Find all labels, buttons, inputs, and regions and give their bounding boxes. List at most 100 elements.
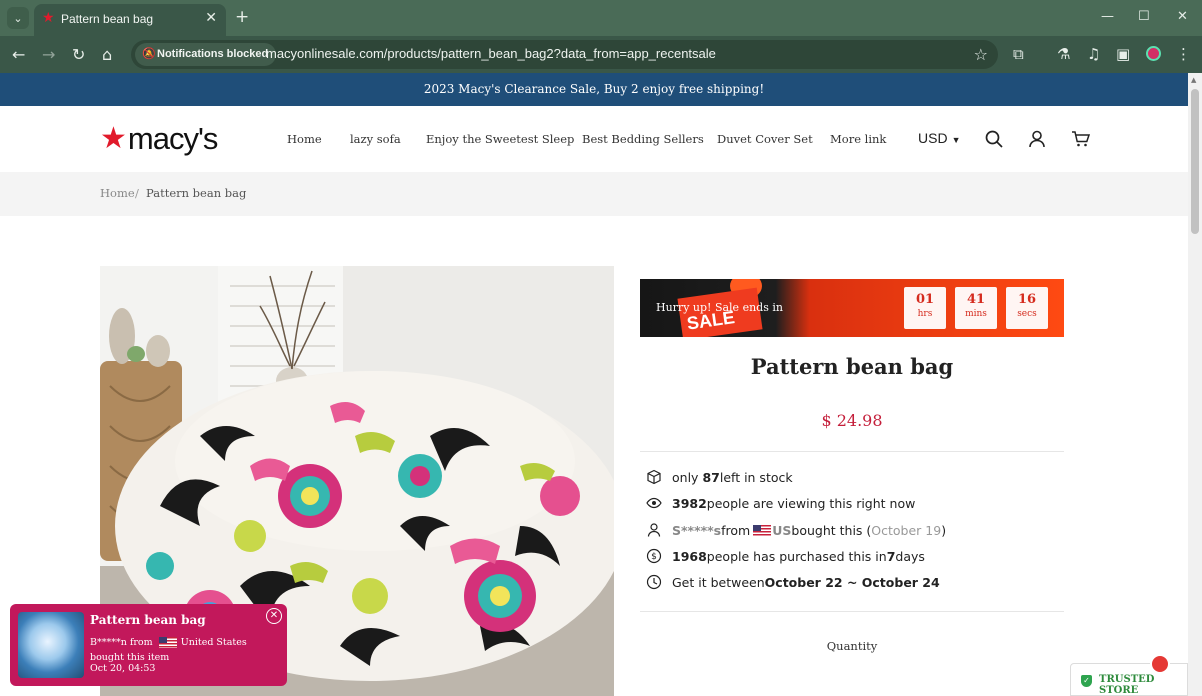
buyer-date: October 19 [871,522,942,538]
tab-close-icon[interactable]: ✕ [205,10,217,26]
buyer-name: S*****s [672,522,722,538]
currency-label: USD [918,130,948,146]
viewers-info: 3982 people are viewing this right now [646,494,915,512]
macys-logo[interactable]: ★ macy's [100,121,218,156]
nav-sweetest-sleep[interactable]: Enjoy the Sweetest Sleep [426,132,574,146]
stock-post: left in stock [719,469,793,485]
popup-title[interactable]: Pattern bean bag [90,613,206,627]
buyer-from: from [721,522,751,538]
popup-close-icon[interactable]: ✕ [266,608,282,624]
svg-text:$: $ [651,552,657,562]
nav-more-link[interactable]: More link [830,132,886,146]
purchased-count: 1968 [672,548,707,564]
bookmark-star-icon[interactable]: ☆ [974,45,988,64]
url-text[interactable]: macyonlinesale.com/products/pattern_bean… [266,46,716,61]
scroll-up-icon[interactable]: ▲ [1191,76,1196,84]
browser-menu-icon[interactable]: ⋮ [1176,45,1191,63]
eye-icon [646,497,662,509]
breadcrumb-home[interactable]: Home [100,186,135,200]
browser-tabbar: ⌄ ★ Pattern bean bag ✕ + — ☐ ✕ [0,0,1202,36]
nav-bedding-sellers[interactable]: Best Bedding Sellers [582,132,704,146]
logo-star-icon: ★ [100,121,127,156]
logo-text: macy's [127,121,218,156]
stock-info: only 87 left in stock [646,468,793,486]
nav-home[interactable]: Home [287,132,322,146]
trusted-store-badge[interactable]: ✓ TRUSTED STORE [1070,654,1188,696]
buyer-post: bought this ( [791,522,872,538]
breadcrumb-current: Pattern bean bag [146,186,247,200]
us-flag-icon [158,637,177,648]
extension-icon[interactable]: ⧉ [1013,45,1024,63]
buyer-close: ) [941,522,947,538]
breadcrumb: Home / Pattern bean bag [0,172,1188,216]
scrollbar-thumb[interactable] [1191,89,1199,234]
nav-duvet-cover[interactable]: Duvet Cover Set [717,132,813,146]
cart-icon[interactable] [1071,129,1091,149]
address-bar[interactable]: 🔕 Notifications blocked macyonlinesale.c… [131,40,998,69]
popup-time: Oct 20, 04:53 [90,663,156,674]
hurry-text: Hurry up! Sale ends in [656,301,783,314]
new-tab-icon[interactable]: + [235,7,249,27]
hours-label: hrs [917,309,933,319]
delivery-range: October 22 ~ October 24 [764,574,940,590]
shield-check-icon: ✓ [1081,675,1092,687]
tab-search-icon[interactable]: ⌄ [7,7,29,29]
recent-sale-popup[interactable]: Pattern bean bag B*****n from United Sta… [10,604,287,686]
divider [640,451,1064,452]
secs-value: 16 [1017,292,1037,307]
home-icon[interactable]: ⌂ [102,45,112,64]
trust-seal-icon [1150,654,1170,674]
notifications-chip-label: Notifications blocked [157,48,269,60]
divider [640,611,1064,612]
stock-count: 87 [702,469,720,485]
user-icon [647,523,661,537]
account-icon[interactable] [1027,129,1047,149]
breadcrumb-separator: / [135,186,139,200]
quantity-label: Quantity [826,639,878,653]
media-control-icon[interactable]: ♫ [1087,45,1100,63]
product-price: $ 24.98 [821,411,883,430]
site-header: ★ macy's Home lazy sofa Enjoy the Sweete… [0,106,1188,172]
secs-label: secs [1017,309,1037,319]
back-icon[interactable]: ← [12,45,25,64]
dollar-circle-icon: $ [646,548,662,564]
popup-product-thumbnail[interactable] [18,612,84,678]
countdown-secs: 16 secs [1006,287,1048,329]
notifications-blocked-chip[interactable]: 🔕 Notifications blocked [135,43,277,66]
mins-label: mins [965,309,987,319]
countdown-hours: 01 hrs [904,287,946,329]
web-page: 2023 Macy's Clearance Sale, Buy 2 enjoy … [0,73,1188,696]
product-title: Pattern bean bag [750,354,954,379]
side-panel-icon[interactable]: ▣ [1116,45,1130,63]
forward-icon[interactable]: → [42,45,55,64]
page-scrollbar[interactable]: ▲ [1188,73,1202,696]
viewers-post: people are viewing this right now [706,495,916,511]
minimize-icon[interactable]: — [1101,9,1114,24]
delivery-pre: Get it between [672,574,765,590]
purchased-mid: people has purchased this in [706,548,887,564]
trusted-store-label: TRUSTED STORE [1099,674,1155,696]
bell-off-icon: 🔕 [142,48,156,60]
labs-flask-icon[interactable]: ⚗ [1057,45,1070,63]
purchased-post: days [895,548,925,564]
popup-text: B*****n from United States bought this i… [90,635,280,665]
countdown-mins: 41 mins [955,287,997,329]
search-icon[interactable] [984,129,1004,149]
buyer-country: US [772,522,792,538]
popup-buyer: B*****n from [90,637,153,648]
nav-lazy-sofa[interactable]: lazy sofa [350,132,401,146]
profile-avatar-icon[interactable] [1146,46,1161,61]
tab-title: Pattern bean bag [61,12,154,26]
window-close-icon[interactable]: ✕ [1177,9,1188,24]
sale-countdown-banner: SALE Hurry up! Sale ends in 01 hrs 41 mi… [640,279,1064,337]
announcement-bar: 2023 Macy's Clearance Sale, Buy 2 enjoy … [0,73,1188,106]
hours-value: 01 [915,292,935,307]
reload-icon[interactable]: ↻ [72,45,85,64]
mins-value: 41 [966,292,986,307]
currency-selector[interactable]: USD ▼ [918,130,960,146]
us-flag-icon [753,524,772,536]
maximize-icon[interactable]: ☐ [1138,9,1150,24]
purchased-days: 7 [886,548,896,564]
browser-tab[interactable]: ★ Pattern bean bag ✕ [34,4,226,36]
recent-buyer-info: S*****s from US bought this (October 19) [646,521,946,539]
